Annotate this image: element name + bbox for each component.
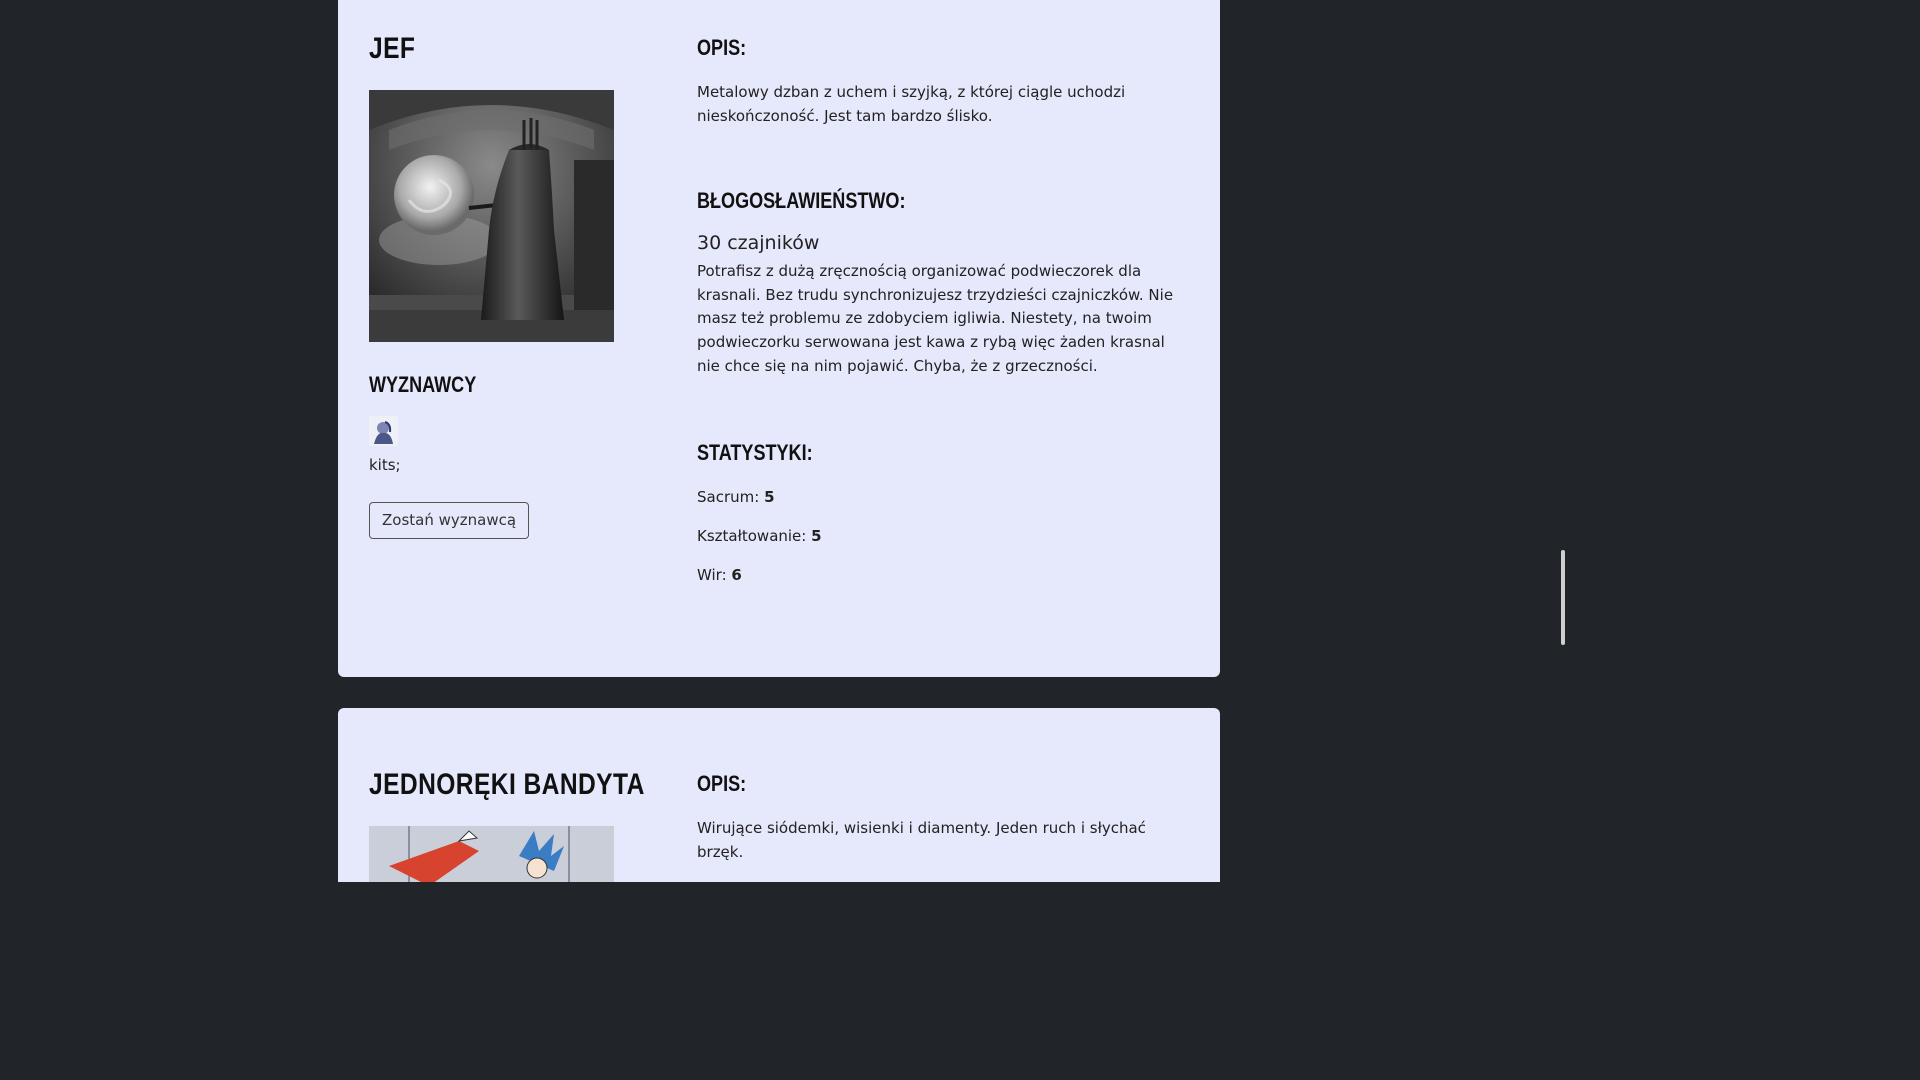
stat-value: 5 bbox=[764, 488, 775, 507]
stat-wir: Wir: 6 bbox=[697, 566, 1187, 584]
god-card-jef: JEF WYZNAWCY kits; Zostań wyznawcą OPIS:… bbox=[338, 0, 1220, 677]
kettle-tower-icon bbox=[369, 90, 614, 342]
stat-value: 6 bbox=[731, 566, 742, 585]
blessing-heading: BŁOGOSŁAWIEŃSTWO: bbox=[697, 188, 906, 214]
stats-heading: STATYSTYKI: bbox=[697, 440, 813, 466]
description-heading: OPIS: bbox=[697, 35, 747, 60]
stat-value: 5 bbox=[811, 527, 822, 546]
stat-label: Wir: bbox=[697, 566, 727, 585]
god-card-jednoreki-bandyta: JEDNORĘKI BANDYTA OPIS: Wirujące siódemk… bbox=[338, 708, 1220, 882]
god-image bbox=[369, 826, 614, 882]
card-right-column: OPIS: Metalowy dzban z uchem i szyjką, z… bbox=[697, 35, 1187, 584]
user-avatar-icon bbox=[369, 416, 398, 446]
god-name: JEF bbox=[369, 32, 416, 65]
card-left-column: JEDNORĘKI BANDYTA bbox=[369, 768, 645, 882]
card-right-column: OPIS: Wirujące siódemki, wisienki i diam… bbox=[697, 771, 1187, 864]
page-scrollbar[interactable] bbox=[1558, 0, 1568, 882]
scrollbar-thumb[interactable] bbox=[1561, 550, 1565, 645]
stat-sacrum: Sacrum: 5 bbox=[697, 488, 1187, 506]
followers-heading: WYZNAWCY bbox=[369, 372, 477, 397]
god-name: JEDNORĘKI BANDYTA bbox=[369, 768, 645, 801]
bandit-illustration-icon bbox=[369, 826, 614, 882]
blessing-text: Potrafisz z dużą zręcznością organizować… bbox=[697, 262, 1174, 375]
stat-label: Kształtowanie: bbox=[697, 527, 807, 546]
description-heading: OPIS: bbox=[697, 771, 747, 796]
stat-label: Sacrum: bbox=[697, 488, 760, 507]
description-text: Metalowy dzban z uchem i szyjką, z które… bbox=[697, 83, 1126, 125]
stat-ksztaltowanie: Kształtowanie: 5 bbox=[697, 527, 1187, 545]
page: JEF WYZNAWCY kits; Zostań wyznawcą OPIS:… bbox=[0, 0, 1568, 882]
blessing-title: 30 czajników bbox=[697, 232, 820, 255]
god-image bbox=[369, 90, 614, 342]
follower-avatar[interactable] bbox=[369, 416, 398, 446]
follower-name[interactable]: kits; bbox=[369, 454, 629, 478]
description-text: Wirujące siódemki, wisienki i diamenty. … bbox=[697, 819, 1146, 861]
become-follower-button[interactable]: Zostań wyznawcą bbox=[369, 501, 530, 539]
card-left-column: JEF WYZNAWCY kits; Zostań wyznawcą bbox=[369, 32, 629, 539]
